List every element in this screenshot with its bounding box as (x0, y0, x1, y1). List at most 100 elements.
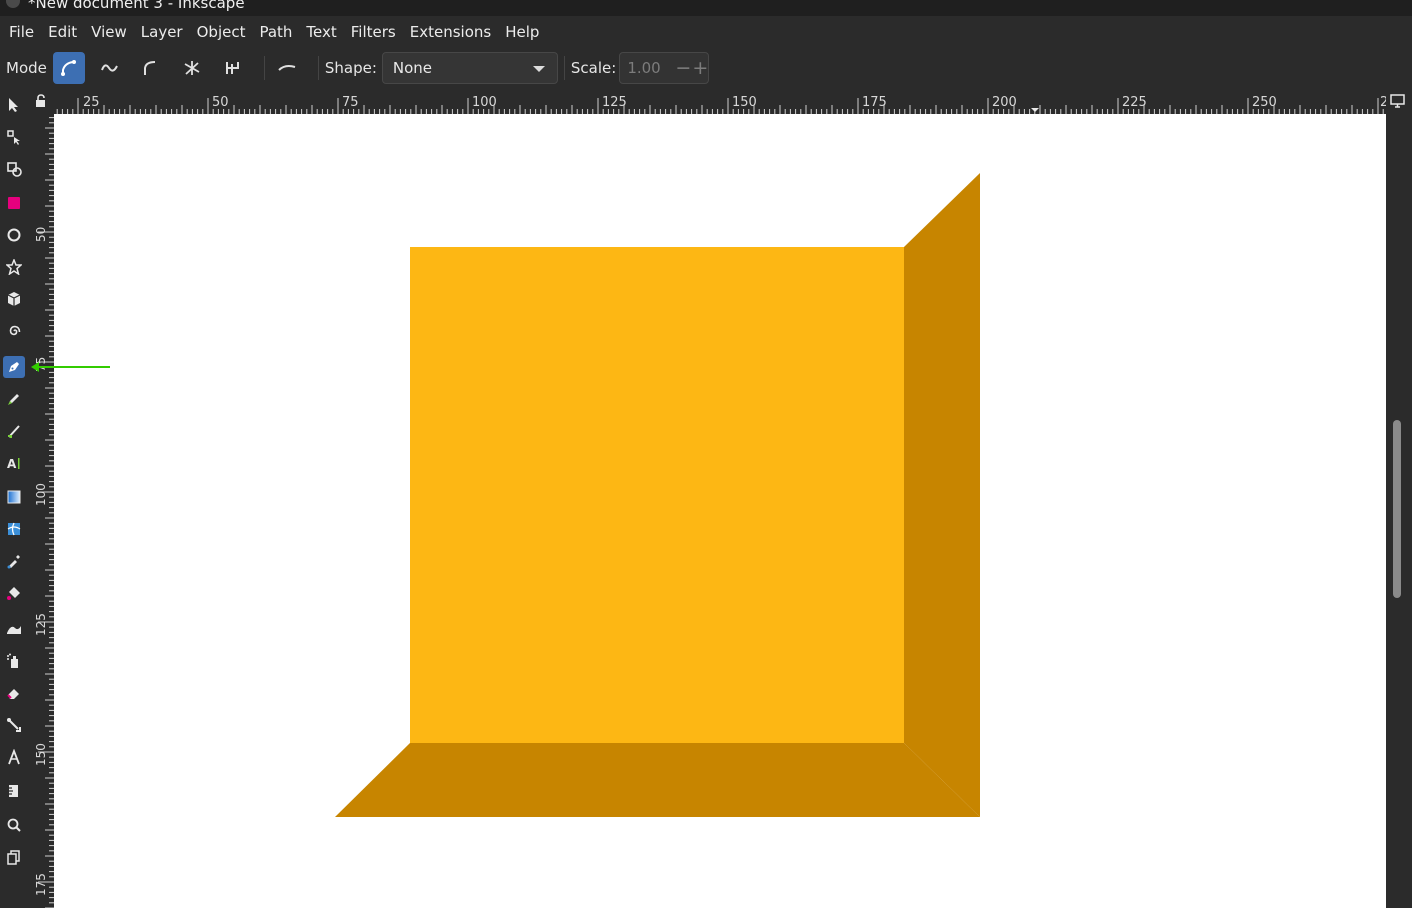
connector-icon (7, 718, 21, 732)
paraxial-mode-icon (184, 61, 200, 75)
box-front-face[interactable] (410, 247, 904, 743)
tweak-shapes-tool[interactable] (3, 158, 25, 180)
pages-tool[interactable] (3, 846, 25, 868)
minus-icon[interactable]: − (675, 57, 691, 79)
toolbar-separator (563, 56, 565, 80)
ruler-label: 25 (83, 95, 100, 110)
gradient-icon (7, 490, 21, 504)
star-tool[interactable] (3, 256, 25, 278)
ruler-label: 100 (472, 95, 497, 110)
spiro-mode-icon (100, 64, 118, 72)
star-icon (6, 259, 22, 275)
gradient-tool[interactable] (3, 486, 25, 508)
shape-dropdown[interactable]: None (381, 52, 558, 84)
spray-tool[interactable] (3, 650, 25, 672)
spiral-tool[interactable] (3, 320, 25, 342)
paint-bucket-icon (7, 587, 20, 600)
ruler-label: 150 (732, 95, 757, 110)
lpe-tool-icon (8, 749, 20, 765)
box-side-face-bottom[interactable] (335, 743, 980, 817)
box-3d-icon (7, 292, 21, 306)
zoom-icon (7, 818, 21, 832)
measure-tool[interactable] (3, 780, 25, 802)
inkscape-logo-icon (6, 0, 20, 8)
shape-label: Shape: (324, 59, 377, 77)
title-bar: *New document 3 - Inkscape (0, 0, 1412, 16)
scale-label: Scale: (570, 59, 617, 77)
menu-layer[interactable]: Layer (136, 23, 188, 41)
text-icon: A (7, 457, 20, 471)
box-3d-tool[interactable] (3, 288, 25, 310)
box-side-face-right[interactable] (904, 173, 980, 817)
zoom-tool[interactable] (3, 814, 25, 836)
mesh-icon (7, 522, 21, 536)
lock-icon[interactable] (34, 94, 48, 108)
pen-tool[interactable] (3, 356, 25, 378)
ruler-label: 175 (34, 873, 48, 896)
menu-edit[interactable]: Edit (43, 23, 82, 41)
vertical-scrollbar-thumb[interactable] (1393, 420, 1401, 598)
paraxial-alt-mode-button[interactable] (217, 52, 249, 84)
window-title: *New document 3 - Inkscape (28, 0, 245, 12)
mesh-tool[interactable] (3, 518, 25, 540)
menu-path[interactable]: Path (254, 23, 297, 41)
toolbox: A (0, 88, 28, 908)
node-icon (7, 130, 20, 145)
tweak-shapes-icon (7, 162, 22, 177)
display-mode-icon[interactable] (1390, 94, 1406, 108)
shape-dropdown-value: None (392, 59, 433, 77)
text-tool[interactable]: A (3, 452, 25, 474)
eraser-tool[interactable] (3, 682, 25, 704)
plus-icon[interactable]: + (692, 57, 708, 79)
bspline-mode-icon (143, 61, 155, 75)
lpe-tool[interactable] (3, 746, 25, 768)
paraxial-mode-button[interactable] (176, 52, 208, 84)
paint-bucket-tool[interactable] (3, 582, 25, 604)
ruler-position-marker (1031, 108, 1039, 112)
ruler-label: 225 (1122, 95, 1147, 110)
spiro-mode-button[interactable] (94, 52, 126, 84)
toolbar-separator (263, 56, 265, 80)
ellipse-tool[interactable] (3, 224, 25, 246)
menu-file[interactable]: File (4, 23, 39, 41)
chevron-down-icon (532, 66, 545, 72)
scale-value[interactable]: 1.00 (627, 59, 660, 77)
rectangle-tool[interactable] (3, 192, 25, 214)
eraser-icon (7, 689, 19, 699)
ruler-label: 125 (602, 95, 627, 110)
ruler-label: 250 (1252, 95, 1277, 110)
drawing-canvas[interactable] (54, 114, 1386, 908)
pen-icon (9, 362, 19, 372)
connector-tool[interactable] (3, 714, 25, 736)
ruler-label: 175 (862, 95, 887, 110)
calligraphy-tool[interactable] (3, 420, 25, 442)
pencil-tool[interactable] (3, 388, 25, 410)
menu-text[interactable]: Text (301, 23, 341, 41)
rectangle-icon (8, 197, 20, 209)
selector-icon (9, 98, 18, 112)
dropper-tool[interactable] (3, 550, 25, 572)
vertical-ruler[interactable]: 50 75 100 125 150 175 (28, 114, 54, 908)
mode-label: Mode (6, 59, 47, 77)
horizontal-ruler[interactable]: 25 50 75 100 125 150 175 200 225 250 2 (54, 88, 1386, 114)
spray-icon (7, 653, 18, 668)
bezier-mode-button[interactable] (52, 52, 85, 84)
ruler-label: 50 (212, 95, 229, 110)
selector-tool[interactable] (3, 94, 25, 116)
menu-filters[interactable]: Filters (346, 23, 401, 41)
paraxial-alt-mode-icon (225, 62, 239, 74)
scale-spinbox[interactable]: 1.00 − + (619, 52, 710, 84)
canvas-drawing (335, 173, 980, 817)
sketch-mode-button[interactable] (271, 52, 303, 84)
menu-object[interactable]: Object (192, 23, 251, 41)
tweak-tool[interactable] (3, 618, 25, 640)
pencil-icon (8, 394, 19, 405)
ellipse-icon (7, 228, 21, 242)
bspline-mode-button[interactable] (135, 52, 167, 84)
spiral-icon (9, 325, 21, 336)
node-tool[interactable] (3, 126, 25, 148)
menu-help[interactable]: Help (500, 23, 544, 41)
calligraphy-icon (8, 425, 20, 438)
menu-view[interactable]: View (86, 23, 132, 41)
menu-extensions[interactable]: Extensions (405, 23, 496, 41)
